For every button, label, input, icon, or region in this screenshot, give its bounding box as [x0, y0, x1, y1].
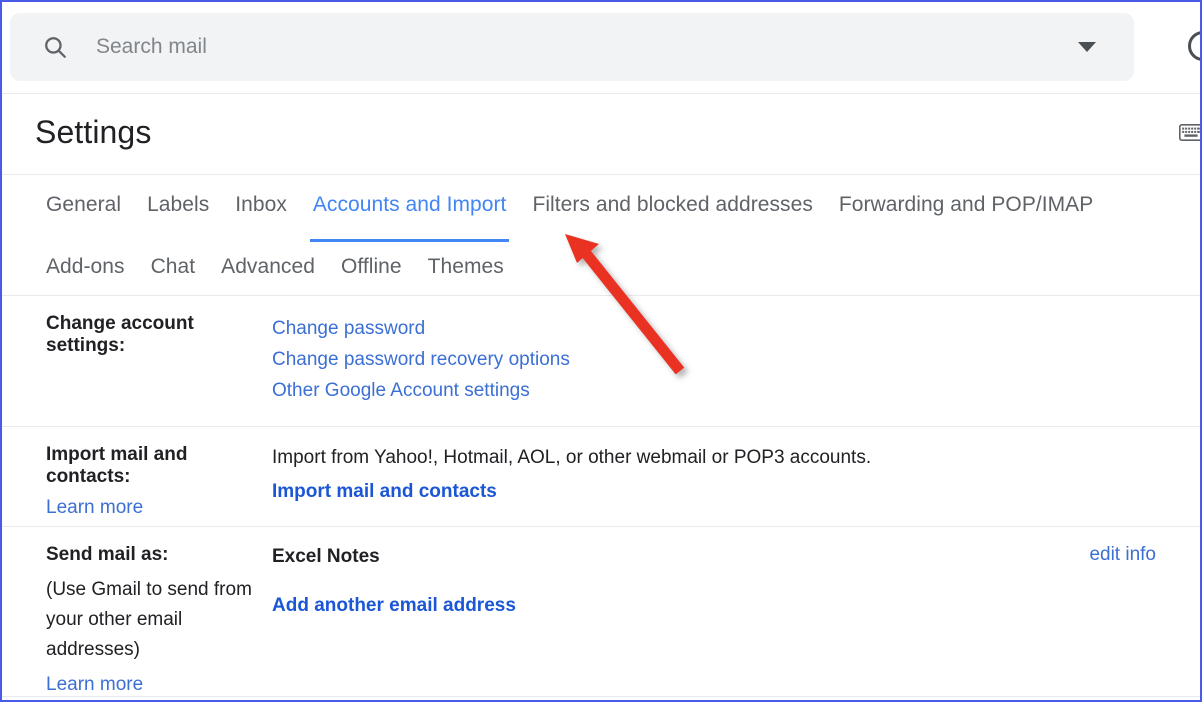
tab-chat[interactable]: Chat — [151, 254, 196, 280]
row-change-account-settings: Change account settings: Change password… — [2, 296, 1200, 427]
keyboard-icon[interactable] — [1179, 124, 1202, 141]
link-learn-more-send-mail-as[interactable]: Learn more — [46, 674, 272, 696]
row-import-mail-and-contacts: Import mail and contacts: Learn more Imp… — [2, 427, 1200, 527]
row-body-import-mail-and-contacts: Import from Yahoo!, Hotmail, AOL, or oth… — [272, 427, 1200, 526]
row-label-send-mail-as: Send mail as: (Use Gmail to send from yo… — [2, 527, 272, 696]
link-add-another-email-address[interactable]: Add another email address — [272, 595, 516, 617]
row-send-mail-as: Send mail as: (Use Gmail to send from yo… — [2, 527, 1200, 697]
help-circle-icon[interactable] — [1188, 31, 1202, 61]
page-title: Settings — [35, 114, 151, 151]
tabs-row-primary: General Labels Inbox Accounts and Import… — [46, 192, 1093, 218]
link-learn-more-import[interactable]: Learn more — [46, 497, 272, 519]
row-body-change-account-settings: Change password Change password recovery… — [272, 296, 1200, 426]
tab-add-ons[interactable]: Add-ons — [46, 254, 125, 280]
link-import-mail-and-contacts[interactable]: Import mail and contacts — [272, 481, 497, 503]
tab-labels[interactable]: Labels — [147, 192, 209, 218]
tab-advanced[interactable]: Advanced — [221, 254, 315, 280]
chevron-down-icon[interactable] — [1078, 42, 1096, 52]
tab-forwarding-and-pop-imap[interactable]: Forwarding and POP/IMAP — [839, 192, 1093, 218]
link-edit-info[interactable]: edit info — [1089, 544, 1156, 566]
tab-themes[interactable]: Themes — [428, 254, 504, 280]
tab-offline[interactable]: Offline — [341, 254, 402, 280]
row-label-change-account-settings: Change account settings: — [2, 296, 272, 426]
tab-filters-and-blocked-addresses[interactable]: Filters and blocked addresses — [532, 192, 812, 218]
settings-tabs: General Labels Inbox Accounts and Import… — [2, 174, 1200, 295]
label-text: Send mail as: — [46, 544, 169, 565]
label-text: Change account settings: — [46, 313, 194, 356]
header-divider — [2, 93, 1200, 94]
link-change-password-recovery-options[interactable]: Change password recovery options — [272, 344, 1180, 375]
send-mail-as-account-name: Excel Notes — [272, 544, 1180, 570]
gmail-settings-page: Settings General La — [0, 0, 1202, 702]
send-mail-as-note: (Use Gmail to send from your other email… — [46, 575, 272, 665]
tab-general[interactable]: General — [46, 192, 121, 218]
row-body-send-mail-as: Excel Notes Add another email address — [272, 527, 1200, 696]
top-search-region — [2, 2, 1200, 93]
tabs-row-secondary: Add-ons Chat Advanced Offline Themes — [46, 254, 504, 280]
tab-accounts-and-import[interactable]: Accounts and Import — [313, 192, 507, 218]
row-label-import-mail-and-contacts: Import mail and contacts: Learn more — [2, 427, 272, 526]
settings-rows: Change account settings: Change password… — [2, 296, 1200, 697]
search-icon[interactable] — [42, 34, 68, 60]
search-box[interactable] — [10, 13, 1134, 81]
tab-inbox[interactable]: Inbox — [235, 192, 287, 218]
import-description: Import from Yahoo!, Hotmail, AOL, or oth… — [272, 444, 1180, 472]
link-change-password[interactable]: Change password — [272, 313, 1180, 344]
label-text: Import mail and contacts: — [46, 444, 187, 487]
search-input[interactable] — [96, 35, 1078, 59]
link-other-google-account-settings[interactable]: Other Google Account settings — [272, 375, 1180, 406]
